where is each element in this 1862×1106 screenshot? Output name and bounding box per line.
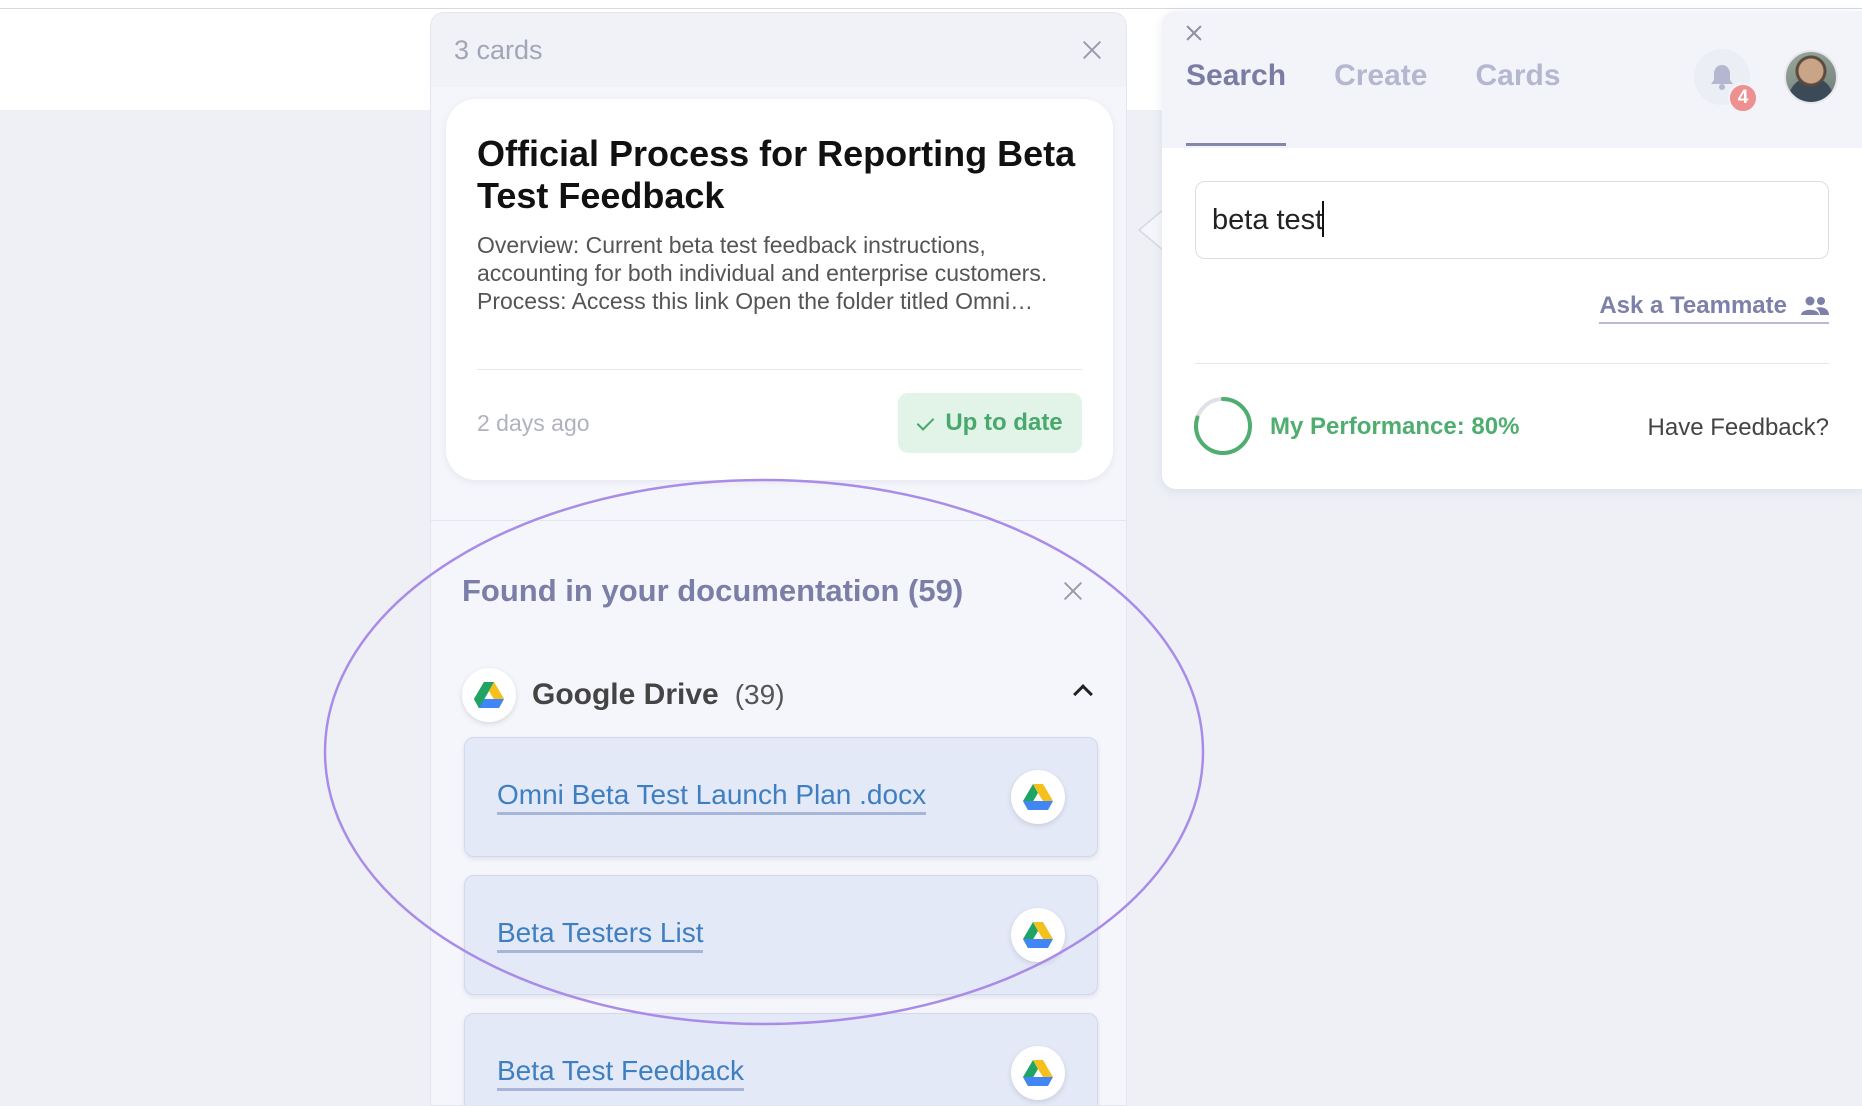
notifications-button[interactable]: 4 (1694, 49, 1758, 113)
card-footer: 2 days ago Up to date (477, 392, 1082, 454)
document-link[interactable]: Omni Beta Test Launch Plan .docx (497, 779, 927, 815)
document-item[interactable]: Omni Beta Test Launch Plan .docx (464, 737, 1098, 857)
card-title[interactable]: Official Process for Reporting Beta Test… (477, 133, 1082, 217)
close-cards-panel-icon[interactable] (1080, 38, 1104, 62)
tab-create[interactable]: Create (1334, 59, 1427, 146)
section-divider (431, 520, 1126, 521)
document-item[interactable]: Beta Testers List (464, 875, 1098, 995)
google-drive-icon (1011, 770, 1065, 824)
card-divider (477, 369, 1082, 370)
search-panel: Search Create Cards 4 Ask a Teammate My … (1162, 11, 1862, 489)
have-feedback-link[interactable]: Have Feedback? (1648, 414, 1829, 442)
google-drive-icon (462, 668, 516, 722)
status-label: Up to date (945, 409, 1063, 436)
cards-panel: 3 cards Official Process for Reporting B… (430, 12, 1127, 1106)
search-input[interactable] (1195, 181, 1829, 259)
knowledge-card[interactable]: Official Process for Reporting Beta Test… (446, 99, 1113, 480)
chevron-up-icon[interactable] (1073, 684, 1093, 704)
tab-search[interactable]: Search (1186, 59, 1287, 146)
search-panel-header: Search Create Cards 4 (1162, 11, 1862, 148)
ask-a-teammate-link[interactable]: Ask a Teammate (1599, 292, 1829, 324)
avatar[interactable] (1784, 50, 1838, 104)
close-search-panel-icon[interactable] (1184, 23, 1204, 43)
section-divider (1195, 363, 1829, 364)
check-icon (917, 416, 935, 430)
source-group-google-drive[interactable]: Google Drive (39) (462, 667, 1098, 723)
document-link[interactable]: Beta Test Feedback (497, 1055, 744, 1091)
google-drive-icon (1011, 908, 1065, 962)
source-name: Google Drive (532, 678, 719, 711)
source-count: (39) (734, 679, 785, 710)
performance-progress-ring (1194, 397, 1252, 455)
cards-count: 3 cards (454, 34, 543, 65)
notification-count-badge: 4 (1728, 83, 1758, 113)
panel-pointer-arrow (1137, 210, 1163, 250)
google-drive-icon (1011, 1046, 1065, 1100)
text-caret (1322, 201, 1324, 237)
cards-panel-header: 3 cards (431, 13, 1126, 87)
close-documentation-icon[interactable] (1061, 579, 1085, 603)
status-badge: Up to date (898, 393, 1082, 453)
performance-label: My Performance: 80% (1270, 413, 1520, 440)
tab-cards[interactable]: Cards (1475, 59, 1560, 146)
document-link[interactable]: Beta Testers List (497, 917, 704, 953)
card-body: Overview: Current beta test feedback ins… (477, 232, 1048, 314)
found-in-documentation-title: Found in your documentation (59) (462, 573, 964, 608)
document-item[interactable]: Beta Test Feedback (464, 1013, 1098, 1105)
browser-top-line (0, 0, 1862, 9)
people-icon (1801, 296, 1829, 315)
card-date: 2 days ago (477, 409, 590, 436)
ask-a-teammate-label: Ask a Teammate (1599, 292, 1787, 319)
tab-bar: Search Create Cards (1186, 59, 1561, 146)
